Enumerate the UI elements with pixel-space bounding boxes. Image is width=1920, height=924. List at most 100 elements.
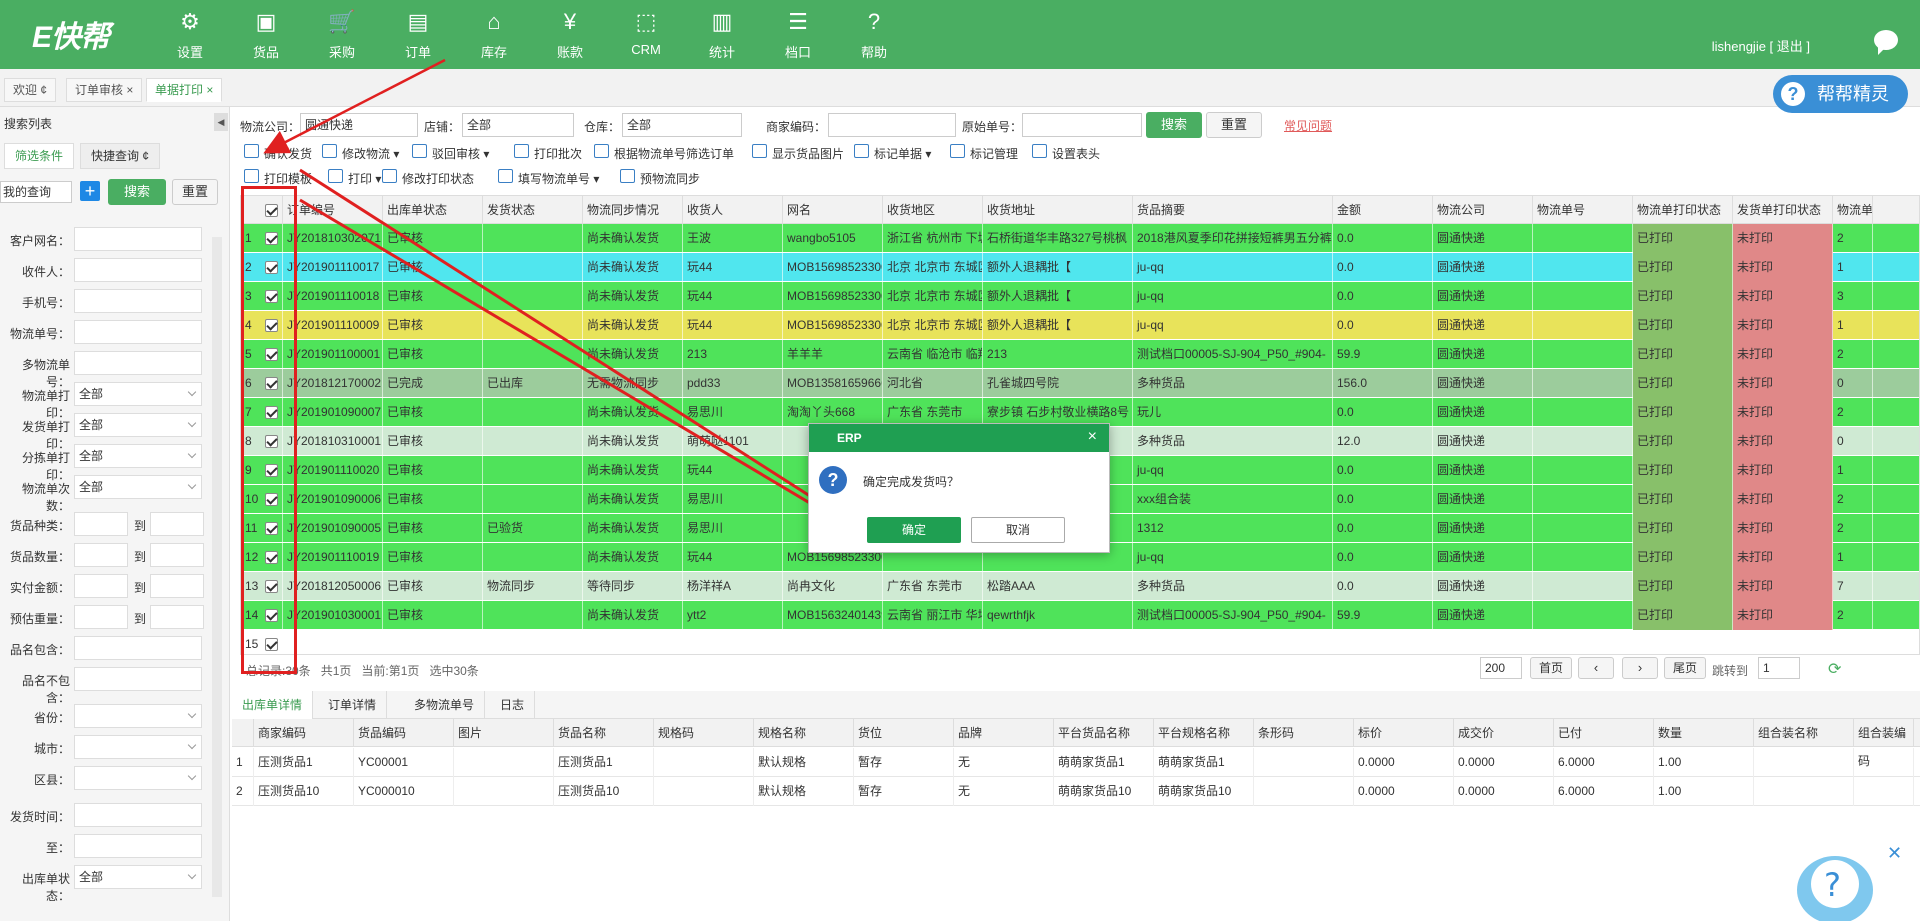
filter-input[interactable] — [74, 766, 202, 790]
filter-input[interactable] — [74, 704, 202, 728]
nav-bar-chart[interactable]: ▥ 统计 — [692, 8, 752, 64]
filter-input[interactable]: 全部 — [74, 475, 202, 499]
reset-button[interactable]: 重置 — [1206, 112, 1262, 138]
filter-input[interactable] — [74, 803, 202, 827]
page-size-select[interactable]: 200 — [1480, 657, 1522, 679]
grid-col-header[interactable]: 货品摘要 — [1133, 196, 1333, 224]
sidebar-scrollbar[interactable] — [212, 237, 222, 897]
range-min-input[interactable] — [74, 512, 128, 536]
close-helper-icon[interactable]: ✕ — [1887, 843, 1902, 864]
nav-question[interactable]: ? 帮助 — [844, 8, 904, 64]
range-max-input[interactable] — [150, 605, 204, 629]
table-row[interactable]: 2 JY201901110017 已审核 尚未确认发货 玩44 MOB1569852330… — [241, 253, 1919, 282]
filter-input[interactable] — [74, 320, 202, 344]
first-page-button[interactable]: 首页 — [1530, 657, 1572, 679]
filter-input[interactable] — [74, 227, 202, 251]
filter-input[interactable]: 全部 — [74, 413, 202, 437]
prev-page-button[interactable]: ‹ — [1578, 657, 1614, 679]
filter-input[interactable] — [74, 735, 202, 759]
range-min-input[interactable] — [74, 574, 128, 598]
sidebar-reset-button[interactable]: 重置 — [172, 179, 218, 205]
jump-input[interactable]: 1 — [1758, 657, 1800, 679]
grid-col-header[interactable]: 物流单号 — [1533, 196, 1633, 224]
grid-col-header[interactable]: 网名 — [783, 196, 883, 224]
search-button[interactable]: 搜索 — [1146, 112, 1202, 138]
tab-order-audit[interactable]: 订单审核 × — [66, 78, 143, 102]
filter-input[interactable]: 全部 — [74, 382, 202, 406]
range-min-input[interactable] — [74, 543, 128, 567]
table-row[interactable]: 13 JY201812050006 已审核 物流同步 等待同步 杨洋祥A 尚冉文化 广东省 东… — [241, 572, 1919, 601]
add-query-icon[interactable]: + — [80, 181, 100, 201]
nav-list[interactable]: ☰ 档口 — [768, 8, 828, 64]
table-row[interactable]: 6 JY201812170002 已完成 已出库 无需物流同步 pdd33 MOB13581… — [241, 369, 1919, 398]
detail-row[interactable]: 2 压测货品10 YC000010 压测货品10 默认规格 暂存无萌萌家货品10 萌萌家货品… — [232, 777, 1920, 806]
shop-select[interactable]: 全部 — [462, 113, 574, 137]
grid-col-header[interactable]: 收货地址 — [983, 196, 1133, 224]
table-row[interactable]: 15 — [241, 630, 1919, 654]
table-row[interactable]: 5JY201901100001已审核尚未确认发货213羊羊羊云南省 临沧市 临翔… — [241, 340, 1919, 369]
next-page-button[interactable]: › — [1622, 657, 1658, 679]
detail-tab[interactable]: 多物流单号 — [404, 691, 486, 719]
grid-col-header[interactable]: 发货状态 — [483, 196, 583, 224]
cancel-button[interactable]: 取消 — [971, 517, 1065, 543]
toolbar-button[interactable]: 根据物流单号筛选订单 — [594, 144, 734, 162]
filter-input[interactable]: 全部 — [74, 444, 202, 468]
user-logout[interactable]: lishengjie [ 退出 ] — [1712, 36, 1810, 55]
tab-welcome[interactable]: 欢迎 ¢ — [4, 78, 57, 102]
sidebar-search-button[interactable]: 搜索 — [108, 179, 166, 205]
refresh-icon[interactable]: ⟳ — [1828, 659, 1841, 679]
grid-col-header[interactable]: 物流单打印状态 — [1633, 196, 1733, 224]
toolbar-button[interactable]: 标记单据 ▾ — [854, 144, 931, 162]
detail-tab[interactable]: 订单详情 — [318, 691, 388, 719]
toolbar-button[interactable]: 驳回审核 ▾ — [412, 144, 489, 162]
filter-input[interactable] — [74, 289, 202, 313]
nav-yen[interactable]: ¥ 账款 — [540, 8, 600, 64]
range-max-input[interactable] — [150, 512, 204, 536]
toolbar-button[interactable]: 打印模板 — [244, 169, 312, 187]
filter-input[interactable] — [74, 667, 202, 691]
grid-col-header[interactable]: 金额 — [1333, 196, 1433, 224]
detail-tab[interactable]: 日志 — [490, 691, 536, 719]
grid-col-header[interactable]: 物流同步情况 — [583, 196, 683, 224]
logistics-select[interactable]: 圆通快递 — [300, 113, 418, 137]
close-icon[interactable]: × — [1088, 428, 1097, 446]
table-row[interactable]: 4 JY201901110009 已审核 尚未确认发货 玩44 MOB1569852330… — [241, 311, 1919, 340]
filter-input[interactable]: 全部 — [74, 865, 202, 889]
table-row[interactable]: 1 JY201810302071 已审核 尚未确认发货 王波 wangbo5105 浙江省 … — [241, 224, 1919, 253]
filter-input[interactable] — [74, 636, 202, 660]
helper-mascot-icon[interactable]: ? — [1790, 840, 1880, 924]
confirm-button[interactable]: 确定 — [867, 517, 961, 543]
app-logo[interactable]: E快帮 — [32, 12, 110, 56]
tab-quick-query[interactable]: 快捷查询 ¢ — [80, 143, 161, 169]
nav-inbox[interactable]: ⬚ CRM — [616, 8, 676, 64]
toolbar-button[interactable]: 打印 ▾ — [328, 169, 381, 187]
detail-row[interactable]: 1 压测货品1 YC00001 压测货品1 默认规格 暂存无萌萌家货品1 萌萌家货品1 0.0… — [232, 748, 1920, 777]
grid-col-header[interactable]: 发货单打印状态 — [1733, 196, 1833, 224]
toolbar-button[interactable]: 标记管理 — [950, 144, 1018, 162]
collapse-icon[interactable]: ◀ — [214, 113, 228, 131]
table-row[interactable]: 14 JY201901030001 已审核 尚未确认发货 ytt2 MOB15632401… — [241, 601, 1919, 630]
grid-col-header[interactable]: 收货地区 — [883, 196, 983, 224]
warehouse-select[interactable]: 全部 — [622, 113, 742, 137]
filter-input[interactable] — [74, 834, 202, 858]
grid-col-header[interactable]: 订单编号 — [283, 196, 383, 224]
nav-document[interactable]: ▤ 订单 — [388, 8, 448, 64]
range-max-input[interactable] — [150, 574, 204, 598]
nav-home[interactable]: ⌂ 库存 — [464, 8, 524, 64]
nav-cart[interactable]: 🛒 采购 — [312, 8, 372, 64]
my-query-select[interactable]: 我的查询 — [0, 181, 72, 203]
tab-filter[interactable]: 筛选条件 — [4, 143, 75, 169]
toolbar-button[interactable]: 修改打印状态 — [382, 169, 474, 187]
orig-no-input[interactable] — [1022, 113, 1142, 137]
grid-col-header[interactable]: 物流公司 — [1433, 196, 1533, 224]
toolbar-button[interactable]: 填写物流单号 ▾ — [498, 169, 599, 187]
range-max-input[interactable] — [150, 543, 204, 567]
merchant-code-input[interactable] — [828, 113, 956, 137]
grid-col-header[interactable]: 出库单状态 — [383, 196, 483, 224]
toolbar-button[interactable]: 显示货品图片 — [752, 144, 844, 162]
last-page-button[interactable]: 尾页 — [1664, 657, 1706, 679]
grid-col-header[interactable]: 收货人 — [683, 196, 783, 224]
table-row[interactable]: 3 JY201901110018 已审核 尚未确认发货 玩44 MOB1569852330… — [241, 282, 1919, 311]
toolbar-button[interactable]: 预物流同步 — [620, 169, 700, 187]
detail-tab[interactable]: 出库单详情 — [232, 691, 314, 719]
